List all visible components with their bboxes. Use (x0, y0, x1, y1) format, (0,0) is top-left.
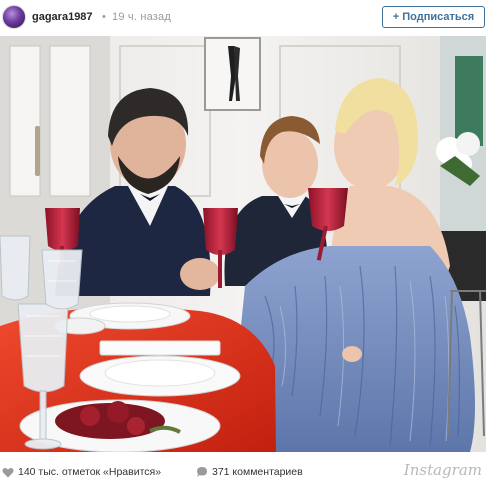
instagram-logo: Instagram (403, 461, 482, 479)
post-timestamp[interactable]: 19 ч. назад (112, 11, 171, 23)
follow-button[interactable]: + Подписаться (382, 6, 485, 28)
heart-icon[interactable] (2, 467, 14, 478)
post-photo[interactable] (0, 36, 486, 452)
username-link[interactable]: gagara1987 (32, 11, 93, 23)
post-header: gagara1987 • 19 ч. назад + Подписаться (0, 0, 486, 36)
profile-avatar[interactable] (2, 5, 26, 29)
photo-illustration (0, 36, 486, 452)
comments-count[interactable]: 371 комментариев (212, 466, 303, 478)
comment-bubble-icon[interactable] (196, 466, 208, 478)
likes-count[interactable]: 140 тыс. отметок «Нравится» (18, 466, 161, 478)
separator-dot: • (102, 11, 106, 23)
post-footer: 140 тыс. отметок «Нравится» 371 коммента… (0, 461, 486, 480)
